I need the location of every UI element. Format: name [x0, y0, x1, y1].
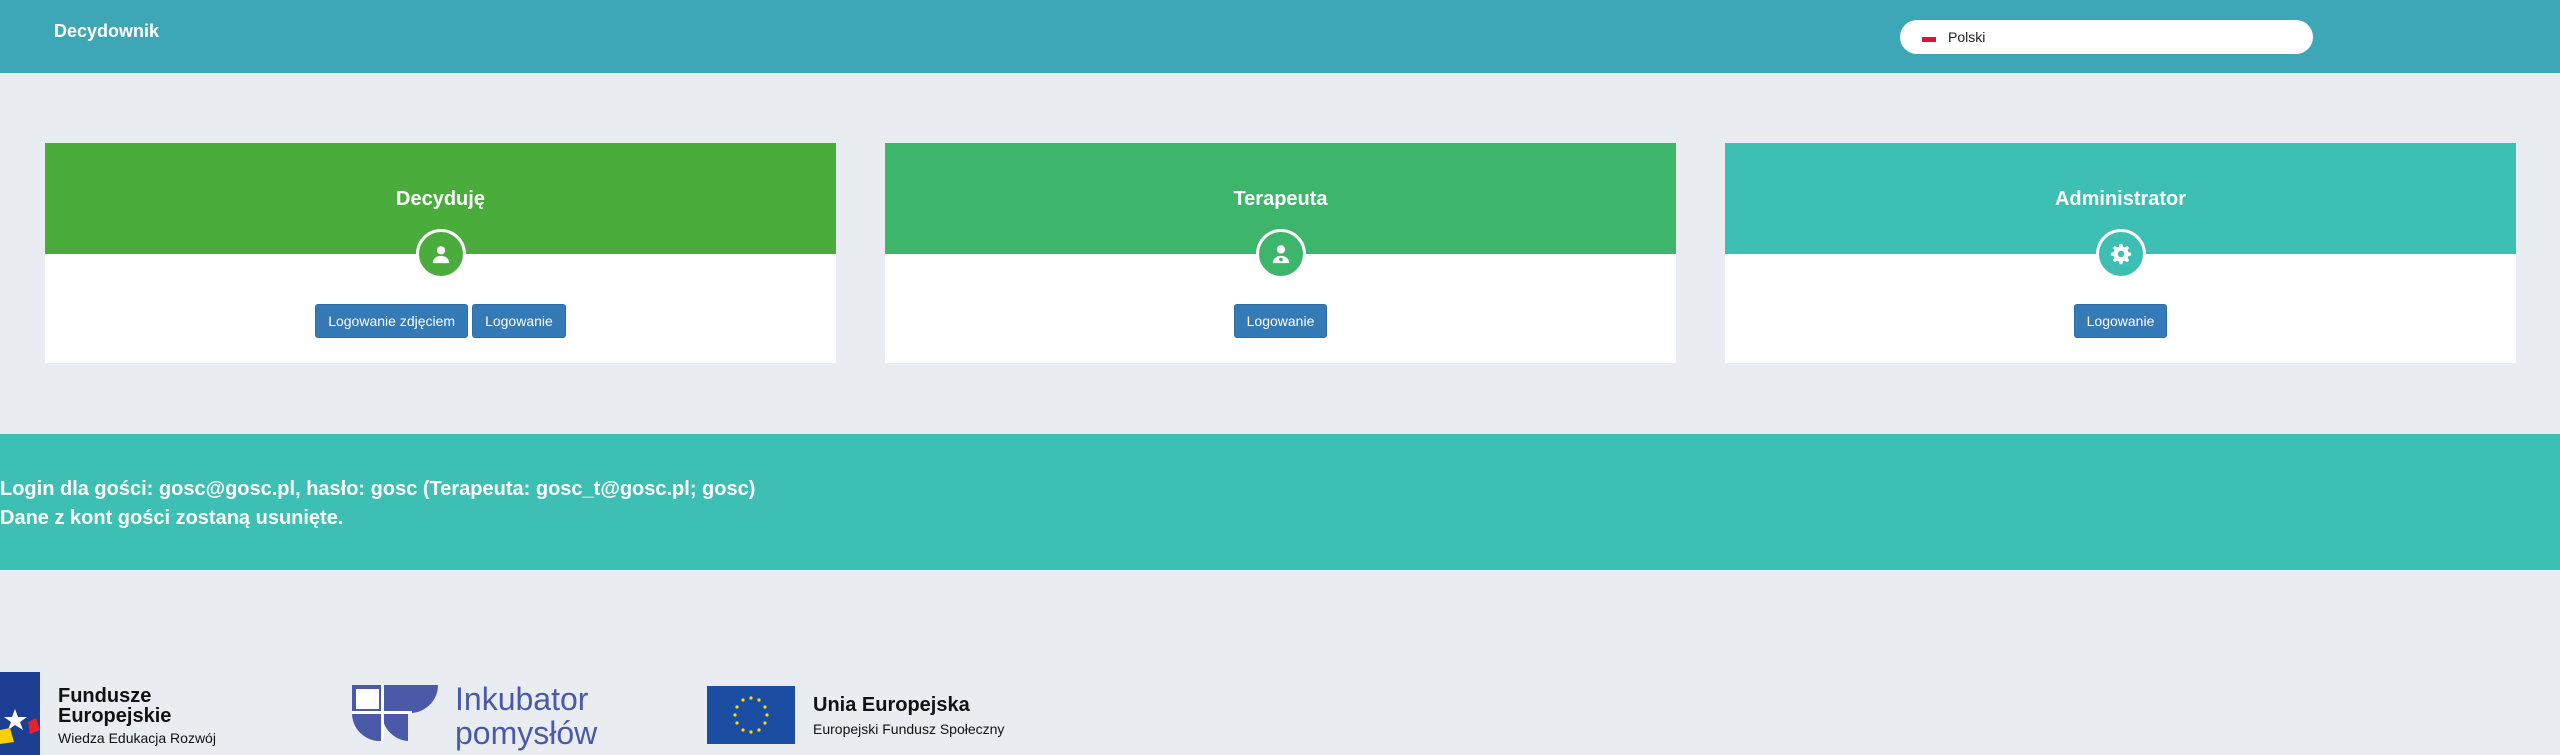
eu-line2: Europejski Fundusz Społeczny: [813, 721, 1005, 737]
card-actions: Logowanie zdjęciem Logowanie: [45, 304, 836, 338]
card-title: Administrator: [2054, 188, 2187, 210]
login-button[interactable]: Logowanie: [472, 304, 566, 338]
login-button[interactable]: Logowanie: [1233, 304, 1328, 338]
inkubator-line2: pomysłów: [455, 715, 598, 751]
inkubator-pomyslow-logo: Inkubator pomysłów: [352, 681, 612, 750]
fe-star-icon: [0, 672, 40, 755]
user-md-icon: [1255, 229, 1306, 279]
card-actions: Logowanie: [885, 304, 1676, 338]
card-decyduje: Decyduję Logowanie zdjęciem Logowanie: [45, 143, 836, 363]
card-title: Decyduję: [396, 188, 485, 210]
fundusze-europejskie-logo: Fundusze Europejskie Wiedza Edukacja Roz…: [0, 672, 230, 755]
guest-info-band: Login dla gości: gosc@gosc.pl, hasło: go…: [0, 434, 2560, 570]
top-navbar: Decydownik Polski: [0, 0, 2560, 73]
language-label: Polski: [1948, 29, 1986, 45]
language-selector[interactable]: Polski: [1900, 20, 2313, 54]
user-icon: [415, 229, 466, 279]
poland-flag-icon: [1922, 32, 1936, 42]
eu-line1: Unia Europejska: [813, 694, 970, 716]
fe-tagline: Wiedza Edukacja Rozwój: [58, 730, 216, 746]
inkubator-line1: Inkubator: [455, 681, 589, 717]
fe-line1: Fundusze: [58, 685, 152, 707]
login-button[interactable]: Logowanie: [2073, 304, 2168, 338]
inkubator-mark-icon: [352, 685, 438, 741]
guest-login-info: Login dla gości: gosc@gosc.pl, hasło: go…: [0, 478, 756, 500]
unia-europejska-logo: Unia Europejska Europejski Fundusz Społe…: [707, 686, 1027, 746]
photo-login-button[interactable]: Logowanie zdjęciem: [315, 304, 469, 338]
gear-icon: [2095, 229, 2146, 279]
fe-line2: Europejskie: [58, 705, 172, 727]
card-title: Terapeuta: [1233, 188, 1328, 210]
card-administrator: Administrator Logowanie: [1725, 143, 2516, 363]
brand-name[interactable]: Decydownik: [54, 21, 159, 42]
eu-flag-icon: [707, 686, 795, 744]
card-terapeuta: Terapeuta Logowanie: [885, 143, 1676, 363]
guest-data-notice: Dane z kont gości zostaną usunięte.: [0, 507, 344, 529]
card-actions: Logowanie: [1725, 304, 2516, 338]
